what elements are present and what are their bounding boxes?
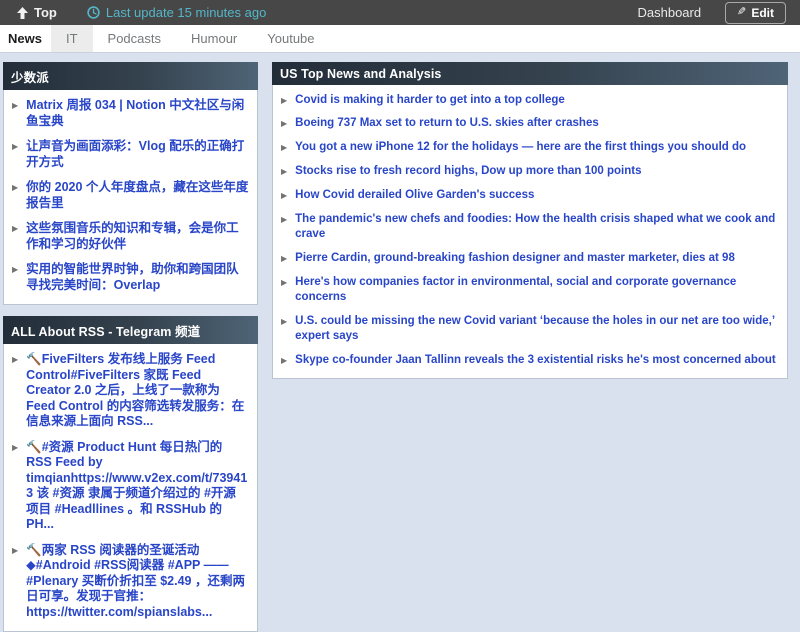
dashboard-content: 少数派 ▶ Matrix 周报 034 | Notion 中文社区与闲鱼宝典 ▶ 让声… — [0, 53, 800, 632]
item-arrow-icon: ▶ — [12, 352, 18, 430]
item-arrow-icon: ▶ — [281, 251, 287, 266]
edit-button[interactable]: ✎ Edit — [725, 2, 786, 24]
tab-podcasts[interactable]: Podcasts — [93, 25, 176, 52]
feed-item[interactable]: ▶🔨FiveFilters 发布线上服务 Feed Control#FiveFi… — [11, 347, 250, 435]
top-bar: Top Last update 15 minutes ago Dashboard… — [0, 0, 800, 25]
panel-title-usnews: US Top News and Analysis — [272, 62, 788, 85]
item-link[interactable]: Here's how companies factor in environme… — [295, 275, 779, 305]
item-arrow-icon: ▶ — [12, 98, 18, 129]
feed-item[interactable]: ▶🔨两家 RSS 阅读器的圣诞活动 ◆#Android #RSS阅读器 #APP… — [11, 538, 250, 626]
item-arrow-icon: ▶ — [281, 314, 287, 344]
feed-item-list: ▶ Covid is making it harder to get into a… — [272, 85, 788, 379]
item-arrow-icon: ▶ — [12, 440, 18, 533]
item-link[interactable]: Boeing 737 Max set to return to U.S. ski… — [295, 116, 599, 131]
feed-item[interactable]: ▶ How Covid derailed Olive Garden's succe… — [280, 184, 780, 208]
item-arrow-icon: ▶ — [12, 139, 18, 170]
feed-item[interactable]: ▶ You got a new iPhone 12 for the holiday… — [280, 136, 780, 160]
feed-item[interactable]: ▶ The pandemic's new chefs and foodies: H… — [280, 208, 780, 247]
item-arrow-icon: ▶ — [281, 116, 287, 131]
item-link[interactable]: Covid is making it harder to get into a … — [295, 93, 565, 108]
feed-item[interactable]: ▶ Matrix 周报 034 | Notion 中文社区与闲鱼宝典 — [11, 93, 250, 134]
item-link[interactable]: Matrix 周报 034 | Notion 中文社区与闲鱼宝典 — [26, 98, 249, 129]
item-arrow-icon: ▶ — [12, 262, 18, 293]
feed-item-list: ▶🔨FiveFilters 发布线上服务 Feed Control#FiveFi… — [3, 344, 258, 632]
item-link[interactable]: Skype co-founder Jaan Tallinn reveals th… — [295, 353, 776, 368]
feed-item[interactable]: ▶🔨#资源 Product Hunt 每日热门的 RSS Feed by tim… — [11, 435, 250, 538]
item-link[interactable]: You got a new iPhone 12 for the holidays… — [295, 140, 746, 155]
right-column: US Top News and Analysis ▶ Covid is makin… — [272, 62, 788, 379]
dashboard-label[interactable]: Dashboard — [638, 5, 702, 20]
item-arrow-icon: ▶ — [281, 212, 287, 242]
last-update-link[interactable]: Last update 15 minutes ago — [87, 5, 266, 20]
top-label: Top — [34, 5, 57, 20]
tab-bar: News IT Podcasts Humour Youtube — [0, 25, 800, 53]
panel-title-allaboutrss: ALL About RSS - Telegram 频道 — [3, 316, 258, 344]
panel-usnews: US Top News and Analysis ▶ Covid is makin… — [272, 62, 788, 379]
item-link[interactable]: 让声音为画面添彩：Vlog 配乐的正确打开方式 — [26, 139, 249, 170]
feed-item[interactable]: ▶ Boeing 737 Max set to return to U.S. sk… — [280, 112, 780, 136]
feed-item[interactable]: ▶ 让声音为画面添彩：Vlog 配乐的正确打开方式 — [11, 134, 250, 175]
panel-shaoshupai: 少数派 ▶ Matrix 周报 034 | Notion 中文社区与闲鱼宝典 ▶ 让声… — [3, 62, 258, 305]
tab-news[interactable]: News — [0, 25, 51, 52]
item-link[interactable]: 这些氛围音乐的知识和专辑，会是你工作和学习的好伙伴 — [26, 221, 249, 252]
feed-item[interactable]: ▶ 你的 2020 个人年度盘点，藏在这些年度报告里 — [11, 175, 250, 216]
tab-youtube[interactable]: Youtube — [252, 25, 329, 52]
item-arrow-icon: ▶ — [281, 353, 287, 368]
panel-title-shaoshupai: 少数派 — [3, 62, 258, 90]
item-link[interactable]: 🔨FiveFilters 发布线上服务 Feed Control#FiveFil… — [26, 352, 249, 430]
scroll-top-button[interactable]: Top — [17, 5, 57, 20]
pencil-icon: ✎ — [737, 7, 746, 18]
item-link[interactable]: Stocks rise to fresh record highs, Dow u… — [295, 164, 641, 179]
edit-button-label: Edit — [751, 6, 774, 20]
item-link[interactable]: U.S. could be missing the new Covid vari… — [295, 314, 779, 344]
last-update-text: Last update 15 minutes ago — [106, 5, 266, 20]
up-arrow-icon — [17, 7, 28, 19]
feed-item[interactable]: ▶ Skype co-founder Jaan Tallinn reveals t… — [280, 348, 780, 372]
feed-item[interactable]: ▶ 实用的智能世界时钟，助你和跨国团队寻找完美时间：Overlap — [11, 257, 250, 298]
item-link[interactable]: How Covid derailed Olive Garden's succes… — [295, 188, 534, 203]
panel-allaboutrss: ALL About RSS - Telegram 频道 ▶🔨FiveFilter… — [3, 316, 258, 632]
item-link[interactable]: The pandemic's new chefs and foodies: Ho… — [295, 212, 779, 242]
left-column: 少数派 ▶ Matrix 周报 034 | Notion 中文社区与闲鱼宝典 ▶ 让声… — [3, 62, 258, 632]
tab-humour[interactable]: Humour — [176, 25, 252, 52]
item-arrow-icon: ▶ — [281, 93, 287, 108]
item-arrow-icon: ▶ — [12, 543, 18, 621]
feed-item[interactable]: ▶ U.S. could be missing the new Covid var… — [280, 309, 780, 348]
item-arrow-icon: ▶ — [281, 188, 287, 203]
item-arrow-icon: ▶ — [281, 164, 287, 179]
item-arrow-icon: ▶ — [281, 140, 287, 155]
item-link[interactable]: 实用的智能世界时钟，助你和跨国团队寻找完美时间：Overlap — [26, 262, 249, 293]
feed-item[interactable]: ▶ Covid is making it harder to get into a… — [280, 88, 780, 112]
feed-item-list: ▶ Matrix 周报 034 | Notion 中文社区与闲鱼宝典 ▶ 让声音为画面… — [3, 90, 258, 305]
item-link[interactable]: Pierre Cardin, ground-breaking fashion d… — [295, 251, 735, 266]
tab-it[interactable]: IT — [51, 25, 93, 52]
item-arrow-icon: ▶ — [12, 221, 18, 252]
feed-item[interactable]: ▶ Stocks rise to fresh record highs, Dow … — [280, 160, 780, 184]
item-link[interactable]: 🔨两家 RSS 阅读器的圣诞活动 ◆#Android #RSS阅读器 #APP … — [26, 543, 249, 621]
item-arrow-icon: ▶ — [12, 180, 18, 211]
feed-item[interactable]: ▶ 这些氛围音乐的知识和专辑，会是你工作和学习的好伙伴 — [11, 216, 250, 257]
item-link[interactable]: 你的 2020 个人年度盘点，藏在这些年度报告里 — [26, 180, 249, 211]
feed-item[interactable]: ▶ Here's how companies factor in environm… — [280, 271, 780, 310]
item-arrow-icon: ▶ — [281, 275, 287, 305]
item-link[interactable]: 🔨#资源 Product Hunt 每日热门的 RSS Feed by timq… — [26, 440, 249, 533]
clock-icon — [87, 6, 100, 19]
feed-item[interactable]: ▶ Pierre Cardin, ground-breaking fashion … — [280, 247, 780, 271]
